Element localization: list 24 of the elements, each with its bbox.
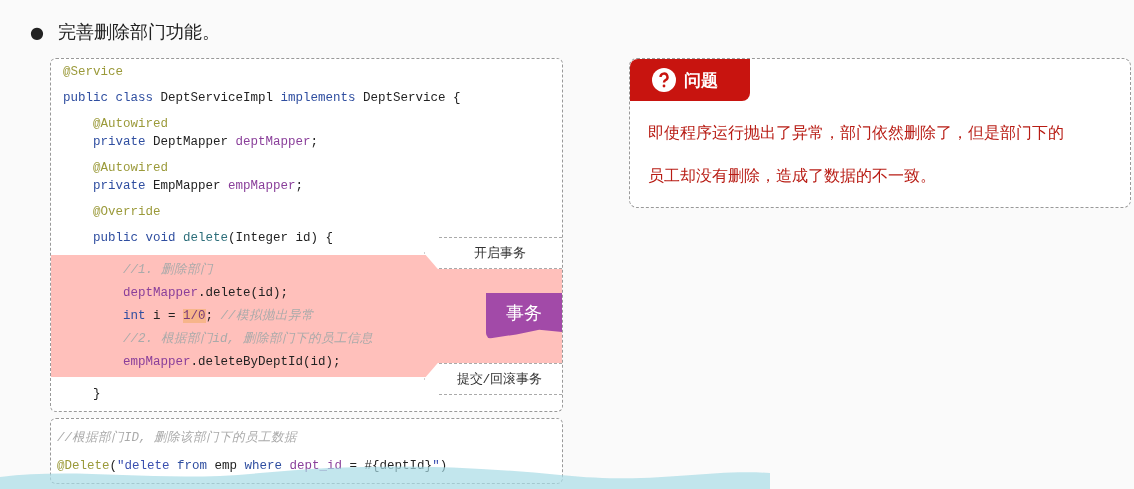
code-line: public void delete(Integer id) {	[92, 230, 335, 247]
code-line: //根据部门ID, 删除该部门下的员工数据	[57, 429, 299, 447]
question-icon	[652, 68, 676, 92]
code-line: public class DeptServiceImpl implements DeptService {	[63, 90, 462, 107]
code-line: private EmpMapper empMapper;	[92, 178, 305, 195]
code-line: private DeptMapper deptMapper;	[92, 134, 320, 151]
code-line: //2. 根据部门id, 删除部门下的员工信息	[122, 330, 374, 348]
code-line: //1. 删除部门	[122, 261, 215, 279]
bullet-icon: ●	[30, 22, 44, 42]
slide-heading: 完善删除部门功能。	[57, 20, 220, 44]
code-line: empMapper.deleteByDeptId(id);	[122, 354, 342, 371]
callout-label: 开启事务	[424, 237, 562, 269]
code-line: deptMapper.delete(id);	[122, 285, 290, 302]
callout-label: 提交/回滚事务	[424, 363, 562, 395]
code-line: }	[92, 386, 102, 403]
card-title: 问题	[684, 68, 718, 92]
code-line: @Autowired	[92, 116, 170, 133]
code-line: @Delete("delete from emp where dept_id = #{deptId}")	[57, 458, 449, 475]
problem-text: 即使程序运行抛出了异常，部门依然删除了，但是部门下的员工却没有删除，造成了数据的不一致。	[647, 122, 1065, 187]
code-line: @Override	[92, 204, 162, 221]
highlighted-code: 1/0	[183, 309, 206, 323]
code-line: @Autowired	[92, 160, 170, 177]
code-line: @Service	[63, 64, 124, 81]
transaction-tag: 事务	[486, 293, 562, 339]
